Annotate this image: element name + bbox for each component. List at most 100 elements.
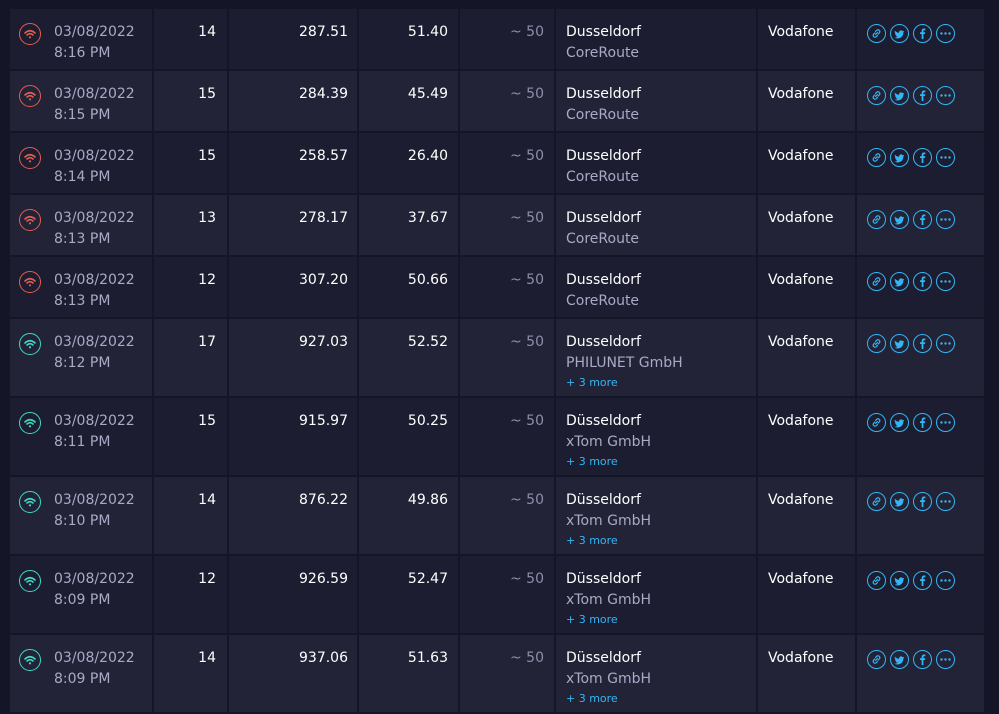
wifi-slow-icon <box>19 85 41 107</box>
twitter-icon[interactable] <box>890 571 909 590</box>
more-servers-link[interactable]: + 3 more <box>566 453 756 470</box>
ping-cell: 14 <box>154 635 229 712</box>
upload-cell: 37.67 <box>359 195 460 255</box>
facebook-icon[interactable] <box>913 650 932 669</box>
link-icon[interactable] <box>867 334 886 353</box>
server-host: xTom GmbH <box>566 434 652 450</box>
table-row[interactable]: 03/08/2022 8:13 PM 12 307.20 50.66 ~ 50 … <box>10 257 984 319</box>
more-options-icon[interactable] <box>936 571 955 590</box>
sim-value: ~ 50 <box>510 210 544 226</box>
result-time: 8:12 PM <box>54 355 111 371</box>
facebook-icon[interactable] <box>913 334 932 353</box>
server-city: Dusseldorf <box>566 272 641 288</box>
more-options-icon[interactable] <box>936 492 955 511</box>
link-icon[interactable] <box>867 210 886 229</box>
table-row[interactable]: 03/08/2022 8:09 PM 12 926.59 52.47 ~ 50 … <box>10 556 984 635</box>
twitter-icon[interactable] <box>890 413 909 432</box>
twitter-icon[interactable] <box>890 148 909 167</box>
wifi-fast-icon <box>19 649 41 671</box>
facebook-icon[interactable] <box>913 210 932 229</box>
upload-value: 49.86 <box>407 492 448 508</box>
more-options-icon[interactable] <box>936 86 955 105</box>
table-row[interactable]: 03/08/2022 8:12 PM 17 927.03 52.52 ~ 50 … <box>10 319 984 398</box>
sim-cell: ~ 50 <box>460 556 556 633</box>
ping-value: 14 <box>198 24 216 40</box>
download-value: 284.39 <box>299 86 348 102</box>
more-servers-link[interactable]: + 3 more <box>566 611 756 628</box>
more-options-icon[interactable] <box>936 272 955 291</box>
twitter-icon[interactable] <box>890 492 909 511</box>
more-options-icon[interactable] <box>936 413 955 432</box>
twitter-icon[interactable] <box>890 334 909 353</box>
server-cell: Dusseldorf CoreRoute <box>556 71 758 131</box>
table-row[interactable]: 03/08/2022 8:13 PM 13 278.17 37.67 ~ 50 … <box>10 195 984 257</box>
upload-cell: 51.63 <box>359 635 460 712</box>
download-value: 926.59 <box>299 571 348 587</box>
download-value: 307.20 <box>299 272 348 288</box>
more-options-icon[interactable] <box>936 334 955 353</box>
facebook-icon[interactable] <box>913 571 932 590</box>
share-icons <box>867 490 984 511</box>
provider-cell: Vodafone <box>758 71 857 131</box>
server-host: xTom GmbH <box>566 671 652 687</box>
download-value: 927.03 <box>299 334 348 350</box>
table-row[interactable]: 03/08/2022 8:15 PM 15 284.39 45.49 ~ 50 … <box>10 71 984 133</box>
twitter-icon[interactable] <box>890 86 909 105</box>
table-row[interactable]: 03/08/2022 8:09 PM 14 937.06 51.63 ~ 50 … <box>10 635 984 714</box>
link-icon[interactable] <box>867 650 886 669</box>
link-icon[interactable] <box>867 148 886 167</box>
link-icon[interactable] <box>867 492 886 511</box>
more-servers-link[interactable]: + 3 more <box>566 532 756 549</box>
upload-value: 52.52 <box>407 334 448 350</box>
share-cell <box>857 257 984 317</box>
download-cell: 287.51 <box>229 9 359 69</box>
server-cell: Düsseldorf xTom GmbH + 3 more <box>556 477 758 554</box>
link-icon[interactable] <box>867 24 886 43</box>
provider-cell: Vodafone <box>758 9 857 69</box>
more-options-icon[interactable] <box>936 210 955 229</box>
ping-value: 15 <box>198 148 216 164</box>
link-icon[interactable] <box>867 413 886 432</box>
facebook-icon[interactable] <box>913 272 932 291</box>
twitter-icon[interactable] <box>890 272 909 291</box>
share-icons <box>867 22 984 43</box>
sim-value: ~ 50 <box>510 24 544 40</box>
sim-cell: ~ 50 <box>460 635 556 712</box>
server-cell: Dusseldorf PHILUNET GmbH + 3 more <box>556 319 758 396</box>
date-time-cell: 03/08/2022 8:09 PM <box>10 556 154 633</box>
result-time: 8:13 PM <box>54 293 111 309</box>
facebook-icon[interactable] <box>913 413 932 432</box>
more-options-icon[interactable] <box>936 24 955 43</box>
table-row[interactable]: 03/08/2022 8:10 PM 14 876.22 49.86 ~ 50 … <box>10 477 984 556</box>
upload-cell: 45.49 <box>359 71 460 131</box>
server-city: Dusseldorf <box>566 24 641 40</box>
facebook-icon[interactable] <box>913 24 932 43</box>
twitter-icon[interactable] <box>890 210 909 229</box>
link-icon[interactable] <box>867 86 886 105</box>
server-host: xTom GmbH <box>566 513 652 529</box>
twitter-icon[interactable] <box>890 24 909 43</box>
ping-cell: 13 <box>154 195 229 255</box>
facebook-icon[interactable] <box>913 148 932 167</box>
provider-name: Vodafone <box>768 24 834 40</box>
twitter-icon[interactable] <box>890 650 909 669</box>
provider-name: Vodafone <box>768 148 834 164</box>
facebook-icon[interactable] <box>913 492 932 511</box>
more-options-icon[interactable] <box>936 650 955 669</box>
provider-name: Vodafone <box>768 334 834 350</box>
table-row[interactable]: 03/08/2022 8:16 PM 14 287.51 51.40 ~ 50 … <box>10 9 984 71</box>
sim-cell: ~ 50 <box>460 257 556 317</box>
share-cell <box>857 635 984 712</box>
result-date: 03/08/2022 <box>54 413 135 429</box>
share-cell <box>857 556 984 633</box>
link-icon[interactable] <box>867 272 886 291</box>
more-servers-link[interactable]: + 3 more <box>566 690 756 707</box>
table-row[interactable]: 03/08/2022 8:11 PM 15 915.97 50.25 ~ 50 … <box>10 398 984 477</box>
facebook-icon[interactable] <box>913 86 932 105</box>
table-row[interactable]: 03/08/2022 8:14 PM 15 258.57 26.40 ~ 50 … <box>10 133 984 195</box>
result-date: 03/08/2022 <box>54 571 135 587</box>
more-options-icon[interactable] <box>936 148 955 167</box>
more-servers-link[interactable]: + 3 more <box>566 374 756 391</box>
link-icon[interactable] <box>867 571 886 590</box>
wifi-fast-icon <box>19 570 41 592</box>
